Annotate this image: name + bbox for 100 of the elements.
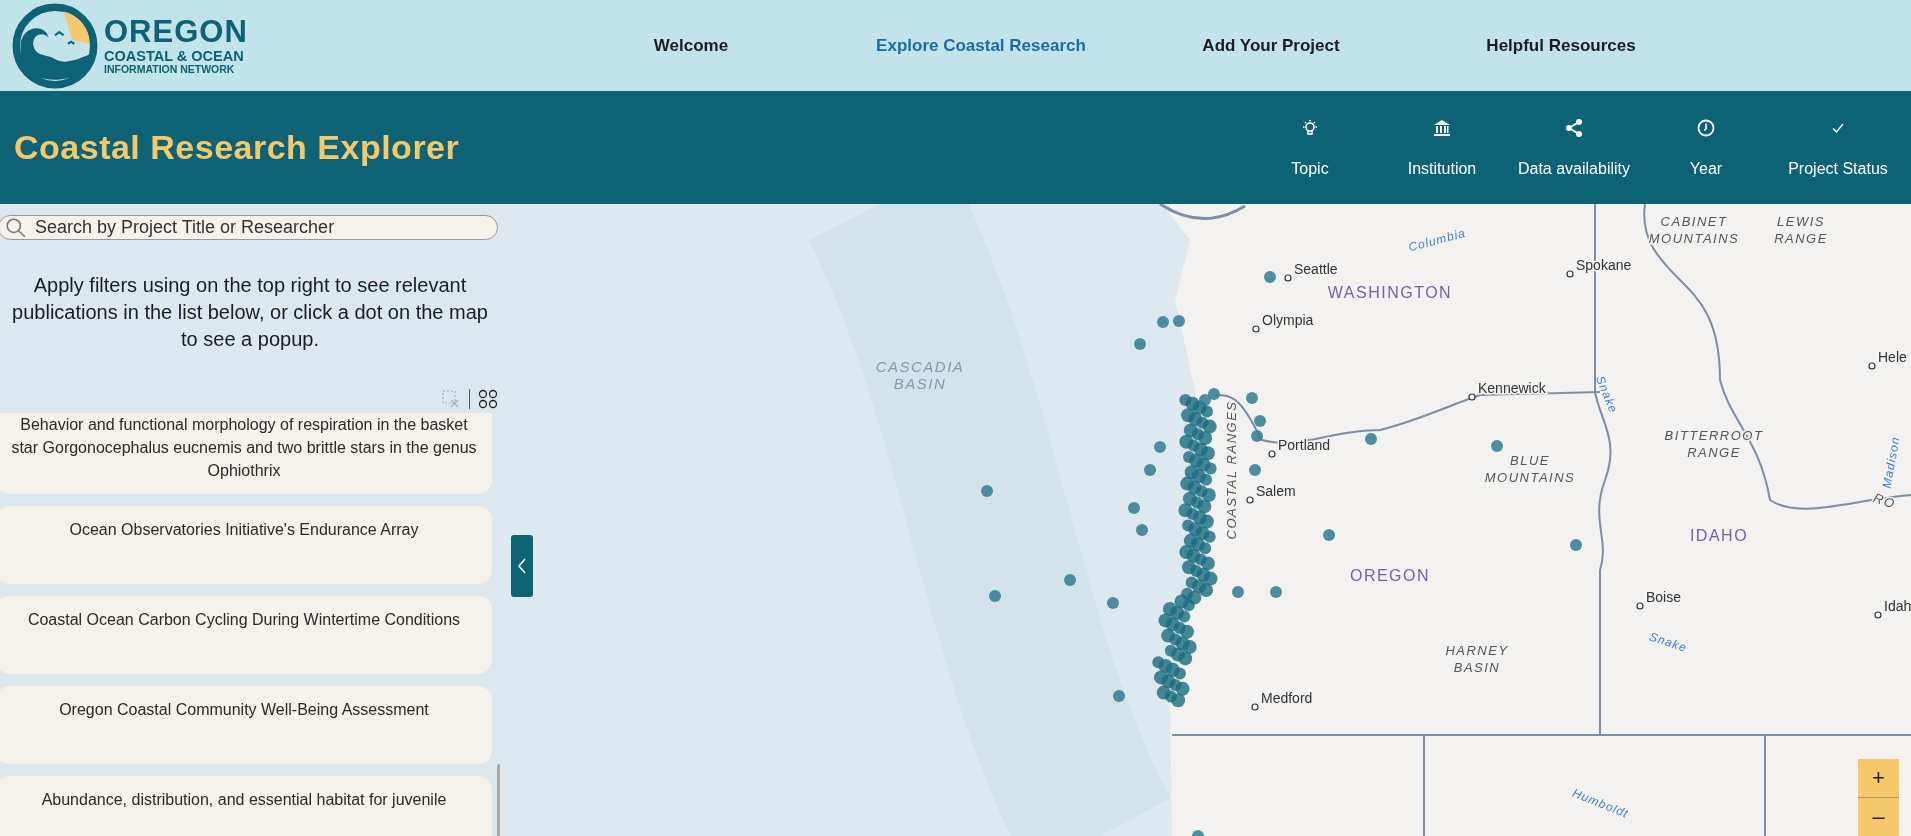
map-dot[interactable] (1254, 415, 1266, 427)
map-dot[interactable] (1204, 462, 1217, 475)
region-label: BLUE MOUNTAINS (1484, 453, 1576, 485)
collapse-panel-button[interactable] (511, 535, 533, 597)
nav-link[interactable]: Welcome (546, 35, 836, 56)
state-label: OREGON (1349, 567, 1431, 584)
city-label: Idah (1884, 598, 1911, 614)
city-marker (1868, 362, 1876, 370)
project-card[interactable]: Abundance, distribution, and essential habitat for juvenile (0, 776, 492, 836)
map-dot[interactable] (1201, 405, 1213, 418)
map-dot[interactable] (1570, 539, 1582, 551)
map-dot[interactable] (1246, 392, 1258, 404)
map-dot[interactable] (1365, 433, 1377, 445)
search-icon (5, 216, 27, 239)
map-dot[interactable] (1200, 446, 1215, 461)
region-label: COASTAL RANGES (1224, 400, 1239, 540)
map-dot[interactable] (1180, 624, 1194, 639)
map-dot[interactable] (1200, 514, 1214, 529)
map-dot[interactable] (1208, 388, 1220, 400)
map-dot[interactable] (1173, 667, 1186, 680)
map-dot[interactable] (1182, 640, 1197, 654)
map-dot[interactable] (1202, 419, 1217, 434)
city-marker (1636, 602, 1644, 610)
city-marker (1246, 496, 1254, 504)
grid-view-icon[interactable] (478, 389, 498, 409)
map-dot[interactable] (1144, 464, 1156, 476)
map-dot[interactable] (1197, 499, 1212, 514)
state-label: WASHINGTON (1327, 284, 1453, 301)
zoom-in-button[interactable]: + (1858, 759, 1899, 797)
map-dot[interactable] (1203, 530, 1216, 543)
river-label: Madison (1879, 435, 1903, 490)
map-dot[interactable] (1249, 464, 1261, 476)
map-dot[interactable] (1199, 542, 1212, 555)
map-dot[interactable] (1136, 524, 1148, 536)
map-dot[interactable] (1264, 271, 1276, 283)
map-dot[interactable] (1270, 586, 1282, 598)
ocean-label: CASCADIA BASIN (875, 358, 965, 392)
map-dot[interactable] (1113, 690, 1125, 702)
map-dot[interactable] (1198, 431, 1213, 445)
map-dot[interactable] (1203, 571, 1218, 586)
project-card[interactable]: Oregon Coastal Community Well-Being Assessment (0, 686, 492, 764)
region-label: RO (1871, 489, 1898, 512)
nav-link[interactable]: Explore Coastal Research (836, 35, 1126, 56)
logo-subtitle: INFORMATION NETWORK (104, 63, 236, 75)
map-dot[interactable] (1200, 556, 1215, 571)
city-marker (1284, 274, 1292, 282)
city-marker (1268, 450, 1276, 458)
state-label: IDAHO (1689, 527, 1749, 544)
city-marker (1252, 325, 1260, 333)
city-label: Olympia (1262, 312, 1314, 328)
map-dot[interactable] (1134, 338, 1146, 350)
map-dot[interactable] (1107, 597, 1119, 609)
map-dot[interactable] (1128, 502, 1140, 514)
map-dot[interactable] (1200, 473, 1213, 486)
instructions-text: Apply filters using on the top right to see relevant publications in the list below, or click a dot on the map to see a popup. (11, 273, 489, 352)
city-marker (1468, 393, 1476, 401)
search-field[interactable]: Search by Project Title or Researcher (0, 215, 498, 240)
map-dot[interactable] (1173, 315, 1185, 327)
map-dot[interactable] (1251, 430, 1263, 442)
zoom-out-button[interactable]: – (1858, 798, 1899, 836)
filter-button[interactable]: Data availability (1508, 117, 1640, 178)
map-dot[interactable] (1171, 693, 1186, 708)
filter-button[interactable]: Year (1640, 117, 1772, 178)
filter-button[interactable]: Topic (1244, 117, 1376, 178)
map-dot[interactable] (1175, 681, 1190, 696)
nav-link[interactable]: Helpful Resources (1416, 35, 1706, 56)
map-dot[interactable] (981, 485, 993, 497)
map-dot[interactable] (1064, 574, 1076, 586)
city-label: Boise (1646, 589, 1682, 605)
city-label: Medford (1261, 690, 1313, 706)
river-label: Snake (1647, 629, 1689, 655)
app-title: Coastal Research Explorer (14, 128, 460, 167)
map-dot[interactable] (1491, 440, 1503, 452)
project-card[interactable]: Behavior and functional morphology of respiration in the basket star Gorgonocephalus eucnemis and two brittle stars in the genus Ophiothrix (0, 413, 492, 494)
project-card[interactable]: Ocean Observatories Initiative's Endurance Array (0, 506, 492, 584)
city-label: Seattle (1294, 261, 1338, 277)
nav-link[interactable]: Add Your Project (1126, 35, 1416, 56)
chevron-left-icon (517, 556, 527, 576)
map-dot[interactable] (1201, 488, 1216, 502)
city-marker (1251, 703, 1259, 711)
project-card[interactable]: Coastal Ocean Carbon Cycling During Wintertime Conditions (0, 596, 492, 674)
logo-subtitle: COASTAL & OCEAN (104, 48, 245, 64)
map-dot[interactable] (1178, 610, 1191, 623)
region-label: CABINET MOUNTAINS (1648, 214, 1740, 246)
region-label: LEWIS RANGE (1774, 214, 1828, 246)
city-marker (1566, 270, 1574, 278)
map-dot[interactable] (1182, 599, 1195, 612)
map-dot[interactable] (989, 590, 1001, 602)
filter-button[interactable]: Project Status (1772, 117, 1904, 178)
map-dot[interactable] (1323, 529, 1335, 541)
map-dot[interactable] (1154, 441, 1166, 453)
city-marker (1874, 611, 1882, 619)
share-icon (1564, 117, 1584, 138)
map-dot[interactable] (1232, 586, 1244, 598)
map-dot[interactable] (1157, 316, 1169, 328)
map-dot[interactable] (1199, 583, 1214, 597)
map-dot[interactable] (1178, 651, 1193, 666)
lightbulb-icon (1300, 117, 1320, 138)
filter-button[interactable]: Institution (1376, 117, 1508, 178)
map-dot[interactable] (1199, 394, 1211, 406)
